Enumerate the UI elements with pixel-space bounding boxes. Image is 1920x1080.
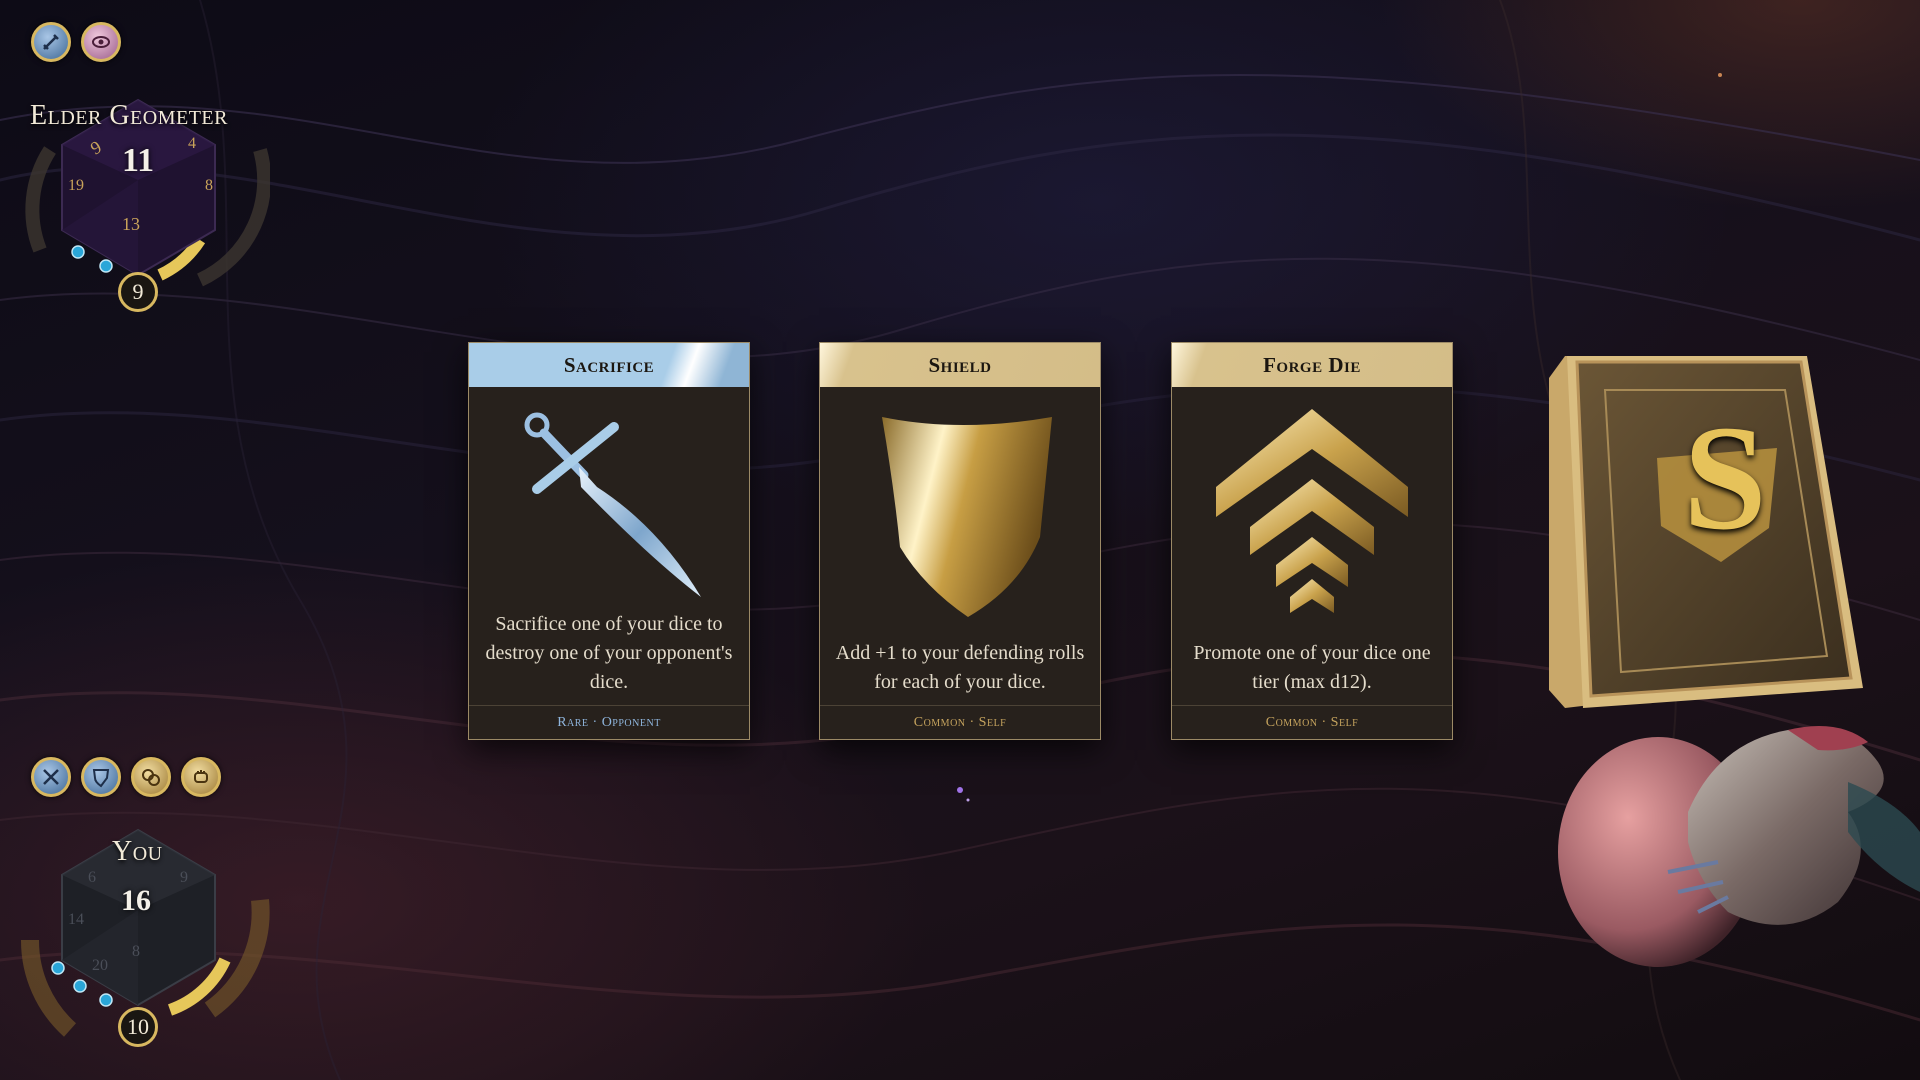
fist-icon bbox=[194, 770, 208, 783]
card-title: Sacrifice bbox=[469, 343, 749, 387]
opponent-name: Elder Geometer bbox=[30, 100, 228, 131]
card-footer: Common · Self bbox=[820, 705, 1100, 739]
shield-icon bbox=[882, 417, 1052, 617]
player-status-shield-icon[interactable] bbox=[81, 757, 121, 797]
player-status-fist-icon[interactable] bbox=[181, 757, 221, 797]
svg-text:8: 8 bbox=[205, 177, 213, 194]
svg-text:19: 19 bbox=[68, 177, 84, 194]
card-title: Forge Die bbox=[1172, 343, 1452, 387]
card-description: Add +1 to your defending rolls for each … bbox=[835, 642, 1085, 693]
card-forge-die[interactable]: Forge Die Promote one of your dice one t… bbox=[1171, 342, 1453, 740]
chevrons-up-icon bbox=[1216, 409, 1408, 613]
opponent-die-value: 11 bbox=[122, 142, 155, 179]
bird-creature-illustration bbox=[1548, 722, 1920, 972]
card-shield[interactable]: Shield Add +1 to your defending rolls fo… bbox=[819, 342, 1101, 740]
svg-text:8: 8 bbox=[132, 943, 140, 960]
svg-text:6: 6 bbox=[88, 869, 96, 886]
card-footer: Rare · Opponent bbox=[469, 705, 749, 739]
sword-icon bbox=[43, 34, 59, 50]
card-footer: Common · Self bbox=[1172, 705, 1452, 739]
svg-text:14: 14 bbox=[68, 911, 84, 928]
player-name: You bbox=[112, 836, 163, 867]
player-status-coins-icon[interactable] bbox=[131, 757, 171, 797]
player-token-count: 10 bbox=[118, 1007, 158, 1047]
player-status-crossed-swords-icon[interactable] bbox=[31, 757, 71, 797]
svg-text:13: 13 bbox=[122, 214, 140, 234]
svg-text:20: 20 bbox=[92, 957, 108, 974]
shield-icon bbox=[92, 769, 110, 788]
card-description: Promote one of your dice one tier (max d… bbox=[1193, 642, 1431, 693]
card-title: Shield bbox=[820, 343, 1100, 387]
opponent-status-eye-icon[interactable] bbox=[81, 22, 121, 62]
bird-creature-graphic bbox=[1558, 726, 1920, 967]
player-die-value: 16 bbox=[121, 884, 151, 917]
card-description: Sacrifice one of your dice to destroy on… bbox=[485, 613, 733, 693]
opponent-status-sword-icon[interactable] bbox=[31, 22, 71, 62]
svg-text:9: 9 bbox=[180, 869, 188, 886]
crossed-swords-icon bbox=[43, 769, 59, 785]
svg-text:4: 4 bbox=[188, 135, 196, 152]
eye-icon bbox=[92, 36, 110, 48]
deck-emblem: S bbox=[1683, 395, 1767, 561]
card-deck[interactable]: S bbox=[1545, 350, 1865, 720]
dagger-icon bbox=[524, 412, 701, 597]
coins-icon bbox=[142, 769, 160, 786]
opponent-token-count: 9 bbox=[118, 272, 158, 312]
card-sacrifice[interactable]: Sacrifice Sacrifice one of your dice to … bbox=[468, 342, 750, 740]
